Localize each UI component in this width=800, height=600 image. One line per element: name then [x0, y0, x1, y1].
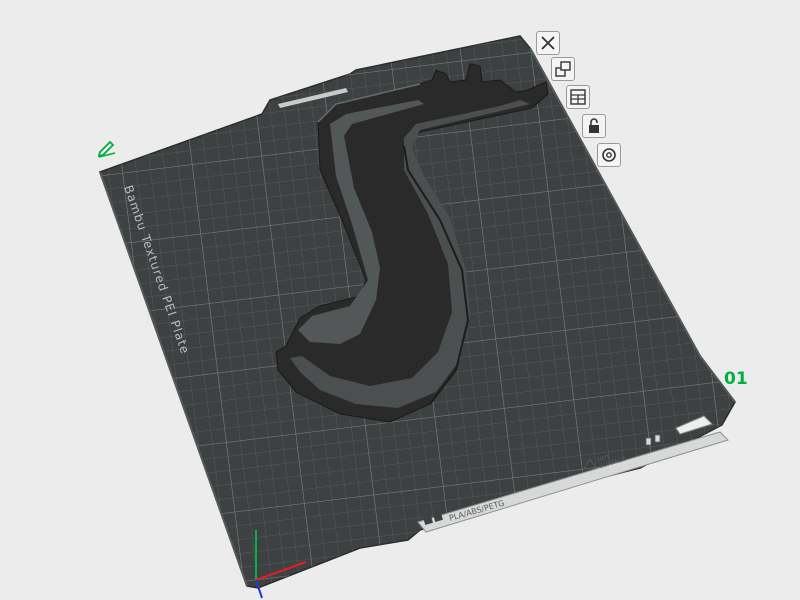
arrange-button[interactable]: [551, 57, 575, 81]
lock-plate-button[interactable]: [582, 114, 606, 138]
close-icon: [541, 36, 555, 50]
lock-icon: [589, 118, 599, 133]
edit-plate-name-icon[interactable]: [96, 136, 118, 158]
close-plate-button[interactable]: [536, 31, 560, 55]
settings-icon: [602, 148, 616, 162]
arrange-icon: [555, 61, 571, 77]
plate-settings-button[interactable]: [566, 85, 590, 109]
plate-options-button[interactable]: [597, 143, 621, 167]
plate-number: 01: [724, 369, 748, 389]
3d-viewport[interactable]: Bambu Textured PEI Plate PLA/ABS/PETG HO…: [0, 0, 800, 600]
plate-settings-icon: [570, 89, 586, 105]
